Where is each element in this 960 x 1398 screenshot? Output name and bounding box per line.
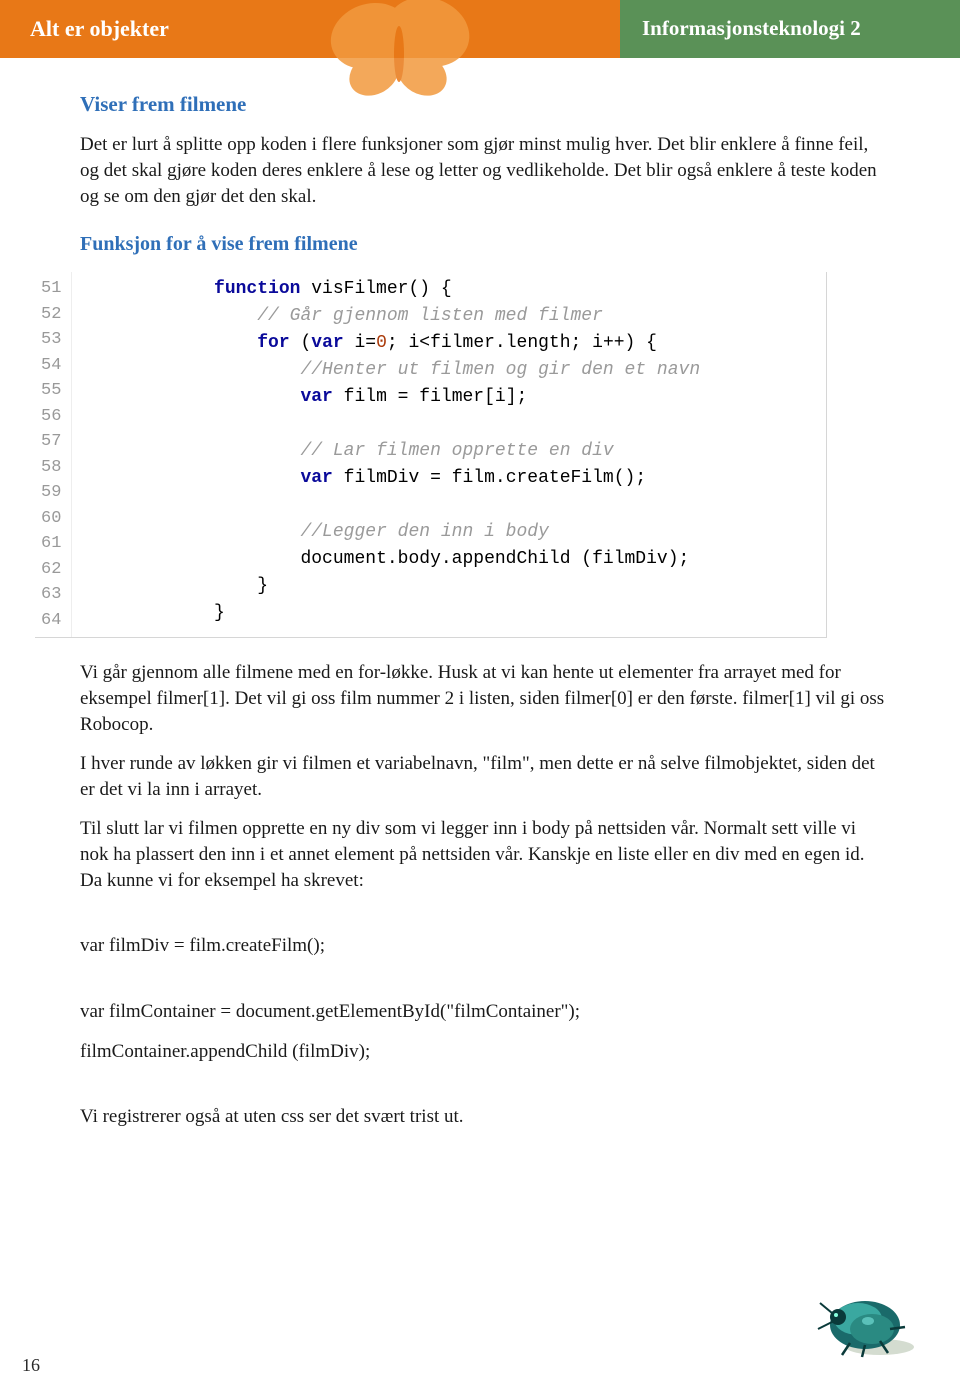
paragraph-5: Vi registrerer også at uten css ser det … [80,1104,885,1130]
paragraph-3: I hver runde av løkken gir vi filmen et … [80,751,885,802]
code-inline-2: var filmContainer = document.getElementB… [80,999,885,1025]
code-inline-3: filmContainer.appendChild (filmDiv); [80,1039,885,1065]
sub-title: Funksjon for å vise frem filmene [80,231,885,258]
header-right-text: Informasjonsteknologi 2 [642,16,861,40]
code-lines: function visFilmer() { // Går gjennom li… [72,272,710,637]
header-left-title: Alt er objekter [0,0,620,58]
page-header: Alt er objekter Informasjonsteknologi 2 [0,0,960,58]
code-gutter: 51 52 53 54 55 56 57 58 59 60 61 62 63 6… [35,272,72,637]
page-number: 16 [22,1355,40,1376]
paragraph-2: Vi går gjennom alle filmene med en for-l… [80,660,885,737]
bug-decoration-icon [810,1285,920,1360]
code-block: 51 52 53 54 55 56 57 58 59 60 61 62 63 6… [35,272,827,638]
header-right-title: Informasjonsteknologi 2 [620,0,960,58]
section-title: Viser frem filmene [80,90,885,118]
header-left-text: Alt er objekter [30,16,169,41]
paragraph-4: Til slutt lar vi filmen opprette en ny d… [80,816,885,893]
paragraph-1: Det er lurt å splitte opp koden i flere … [80,132,885,209]
code-inline-1: var filmDiv = film.createFilm(); [80,933,885,959]
page-content: Viser frem filmene Det er lurt å splitte… [0,58,960,1164]
